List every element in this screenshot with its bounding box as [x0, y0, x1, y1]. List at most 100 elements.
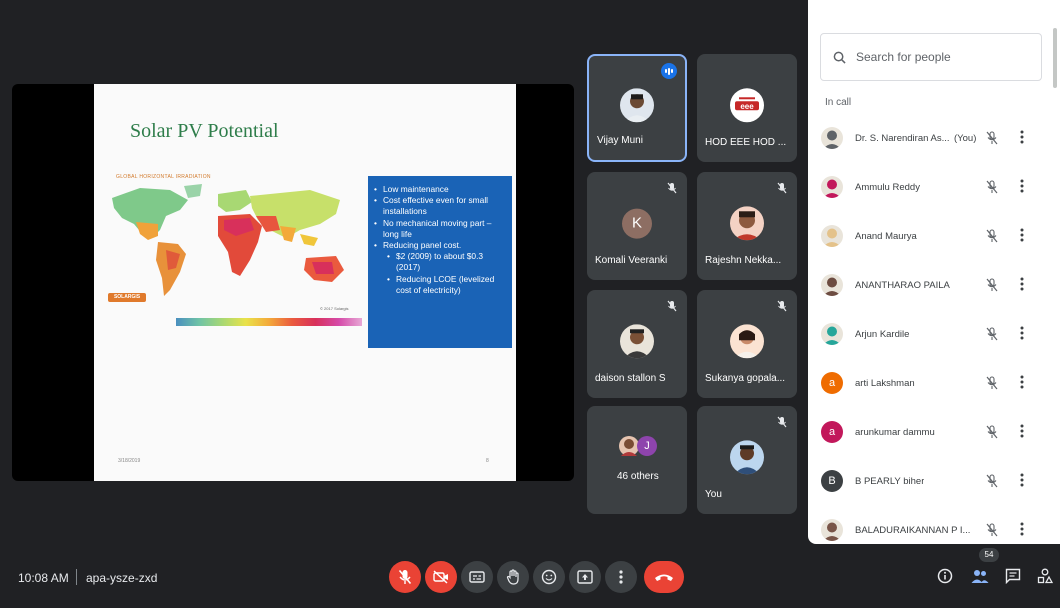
tile-name: You: [705, 489, 722, 500]
slide-date: 3/18/2019: [118, 458, 141, 464]
participant-name: Dr. S. Narendiran As...: [855, 133, 950, 144]
tile-komali-veeranki[interactable]: K Komali Veeranki: [587, 172, 687, 280]
tile-hod-eee[interactable]: eee HOD EEE HOD ...: [697, 54, 797, 162]
emoji-reactions-button[interactable]: [533, 561, 565, 593]
present-screen-button[interactable]: [569, 561, 601, 593]
participant-name: Arjun Kardile: [855, 329, 910, 340]
slide-bullet: $2 (2009) to about $0.3 (2017): [374, 251, 506, 273]
more-options-icon[interactable]: [1020, 424, 1024, 443]
meeting-details-info-icon[interactable]: [937, 568, 953, 584]
presentation-stage[interactable]: Solar PV Potential GLOBAL HORIZONTAL IRR…: [12, 84, 574, 481]
raise-hand-button[interactable]: [497, 561, 529, 593]
tile-name: Sukanya gopala...: [705, 373, 786, 384]
mic-off-icon[interactable]: [986, 278, 998, 297]
leave-call-button[interactable]: [644, 561, 684, 593]
panel-scrollbar[interactable]: [1053, 28, 1057, 88]
mic-off-icon[interactable]: [986, 523, 998, 542]
more-options-icon[interactable]: [1020, 522, 1024, 541]
tile-you[interactable]: You: [697, 406, 797, 514]
mic-off-icon[interactable]: [986, 474, 998, 493]
divider: [76, 569, 77, 585]
mic-off-icon[interactable]: [986, 425, 998, 444]
mic-off-icon: [777, 416, 787, 428]
avatar: [821, 127, 843, 149]
map-brand-logo: SOLARGIS: [108, 293, 146, 302]
mic-off-icon[interactable]: [986, 376, 998, 395]
avatar: B: [821, 470, 843, 492]
you-tag: (You): [954, 133, 977, 144]
participant-row[interactable]: Arjun Kardile: [808, 312, 1054, 361]
participant-row[interactable]: ANANTHARAO PAILA: [808, 263, 1054, 312]
more-options-icon[interactable]: [1020, 277, 1024, 296]
avatar: J: [637, 436, 657, 456]
search-people-field[interactable]: Search for people: [820, 33, 1042, 81]
tile-sukanya-gopala[interactable]: Sukanya gopala...: [697, 290, 797, 398]
avatar: [821, 519, 843, 541]
search-input[interactable]: Search for people: [856, 50, 951, 64]
participant-row[interactable]: a arti Lakshman: [808, 361, 1054, 410]
slide-bullets: Low maintenanceCost effective even for s…: [368, 176, 512, 348]
clock: 10:08 AM: [18, 571, 69, 585]
irradiation-scale-bar: [176, 318, 362, 326]
participant-row[interactable]: Anand Maurya: [808, 214, 1054, 263]
participant-row[interactable]: Ammulu Reddy: [808, 165, 1054, 214]
emoji-icon: [541, 569, 557, 585]
more-options-icon[interactable]: [1020, 228, 1024, 247]
slide-bullet: Reducing panel cost.: [374, 240, 506, 251]
participant-row[interactable]: a arunkumar dammu: [808, 410, 1054, 459]
mic-off-icon[interactable]: [986, 327, 998, 346]
avatar: a: [821, 421, 843, 443]
participant-name: arti Lakshman: [855, 378, 915, 389]
more-options-icon[interactable]: [1020, 375, 1024, 394]
more-vert-icon: [619, 570, 623, 584]
participant-row[interactable]: B B PEARLY biher: [808, 459, 1054, 508]
activities-icon[interactable]: [1037, 568, 1053, 584]
participant-row[interactable]: BALADURAIKANNAN P I...: [808, 508, 1054, 544]
solar-irradiation-map: [112, 184, 344, 296]
tile-name: 46 others: [617, 471, 659, 482]
people-list: Dr. S. Narendiran As... (You) Ammulu Reddy…: [808, 116, 1054, 544]
slide-bullet: Low maintenance: [374, 184, 506, 195]
speaking-indicator-icon: [661, 63, 677, 79]
in-call-section-label: In call: [825, 97, 852, 108]
hand-icon: [506, 569, 519, 585]
avatar: [821, 176, 843, 198]
mic-off-icon: [777, 182, 787, 194]
tile-name: Vijay Muni: [597, 135, 643, 146]
people-count-badge: 54: [979, 548, 999, 562]
more-options-icon[interactable]: [1020, 473, 1024, 492]
mic-off-icon: [777, 300, 787, 312]
tile-others[interactable]: J 46 others: [587, 406, 687, 514]
avatar: [821, 225, 843, 247]
tile-vijay-muni[interactable]: Vijay Muni: [587, 54, 687, 162]
avatar: [620, 324, 654, 359]
more-options-button[interactable]: [605, 561, 637, 593]
participant-name: arunkumar dammu: [855, 427, 935, 438]
participant-name: BALADURAIKANNAN P I...: [855, 525, 971, 536]
avatar: K: [622, 208, 652, 239]
avatar: [821, 323, 843, 345]
tile-name: daison stallon S: [595, 373, 666, 384]
participant-row[interactable]: Dr. S. Narendiran As... (You): [808, 116, 1054, 165]
people-icon[interactable]: [971, 568, 989, 584]
svg-text:eee: eee: [740, 102, 754, 111]
slide-title: Solar PV Potential: [130, 120, 279, 142]
search-icon: [833, 51, 846, 64]
mic-off-icon[interactable]: [986, 131, 998, 150]
mic-off-icon[interactable]: [986, 180, 998, 199]
chat-icon[interactable]: [1005, 568, 1021, 584]
tile-name: Komali Veeranki: [595, 255, 668, 266]
tile-rajeshn-nekka[interactable]: Rajeshn Nekka...: [697, 172, 797, 280]
present-icon: [577, 570, 593, 584]
more-options-icon[interactable]: [1020, 130, 1024, 149]
more-options-icon[interactable]: [1020, 179, 1024, 198]
captions-button[interactable]: [461, 561, 493, 593]
mic-toggle-button[interactable]: [389, 561, 421, 593]
mic-off-icon[interactable]: [986, 229, 998, 248]
avatar: [730, 324, 764, 359]
camera-off-icon: [433, 570, 448, 584]
camera-toggle-button[interactable]: [425, 561, 457, 593]
participant-name: B PEARLY biher: [855, 476, 925, 487]
more-options-icon[interactable]: [1020, 326, 1024, 345]
tile-daison-stallon[interactable]: daison stallon S: [587, 290, 687, 398]
